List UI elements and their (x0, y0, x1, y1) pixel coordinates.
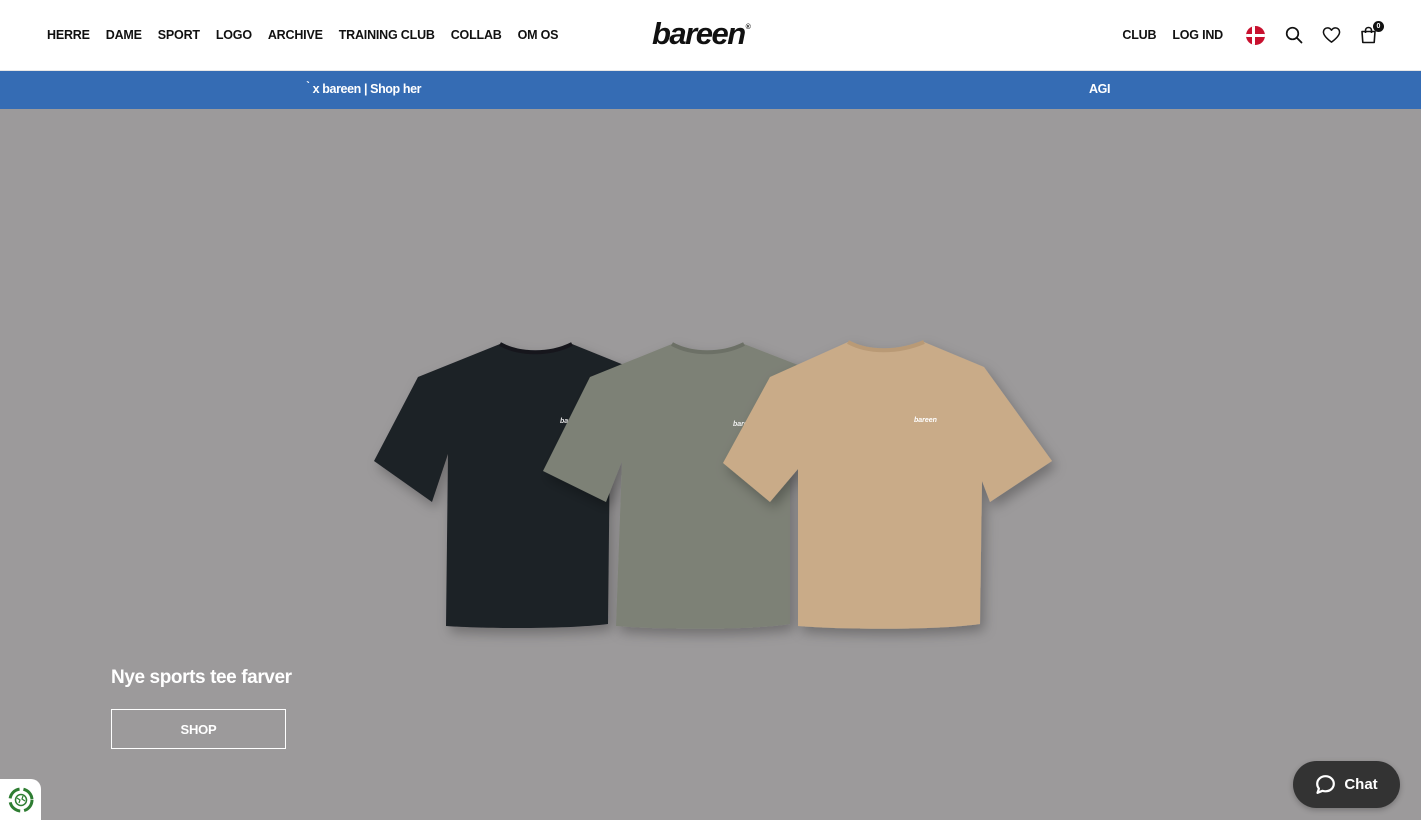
nav-herre[interactable]: HERRE (47, 28, 90, 42)
hero-title: Nye sports tee farver (111, 667, 292, 688)
nav-logo[interactable]: LOGO (216, 28, 252, 42)
svg-text:bareen: bareen (914, 417, 937, 424)
cart-button[interactable]: 0 (1357, 21, 1384, 46)
nav-training-club[interactable]: TRAINING CLUB (339, 28, 435, 42)
denmark-flag-icon (1245, 25, 1265, 45)
header-actions: CLUB LOG IND 0 (1106, 0, 1384, 70)
nav-collab[interactable]: COLLAB (451, 28, 502, 42)
wishlist-button[interactable] (1320, 24, 1342, 46)
nav-archive[interactable]: ARCHIVE (268, 28, 323, 42)
country-selector[interactable] (1244, 24, 1266, 46)
chat-button[interactable]: Chat (1293, 761, 1400, 808)
search-button[interactable] (1283, 24, 1305, 46)
chat-label: Chat (1344, 776, 1378, 793)
nav-sport[interactable]: SPORT (158, 28, 200, 42)
shop-button[interactable]: SHOP (111, 709, 286, 749)
logo-text: bareen (652, 16, 746, 51)
nav-dame[interactable]: DAME (106, 28, 142, 42)
sustainability-badge[interactable] (0, 779, 41, 820)
search-icon (1285, 26, 1303, 44)
heart-icon (1322, 27, 1340, 43)
login-link[interactable]: LOG IND (1172, 28, 1223, 42)
nav-om-os[interactable]: OM OS (518, 28, 559, 42)
hero-banner: bareen bareen bareen Nye sports tee farv… (0, 109, 1421, 820)
announcement-text-1[interactable]: ̀ x bareen | Shop her (310, 82, 422, 96)
nav-club[interactable]: CLUB (1122, 28, 1156, 42)
main-nav: HERRE DAME SPORT LOGO ARCHIVE TRAINING C… (47, 0, 574, 70)
announcement-bar[interactable]: ̀ x bareen | Shop her AGI (0, 71, 1421, 109)
announcement-text-2[interactable]: AGI (1089, 82, 1110, 96)
site-logo[interactable]: bareen® (652, 16, 751, 52)
registered-mark: ® (745, 23, 751, 31)
chat-bubble-icon (1316, 775, 1336, 794)
recycle-globe-icon (8, 787, 33, 812)
cart-count-badge: 0 (1373, 21, 1384, 32)
site-header: HERRE DAME SPORT LOGO ARCHIVE TRAINING C… (0, 0, 1421, 71)
